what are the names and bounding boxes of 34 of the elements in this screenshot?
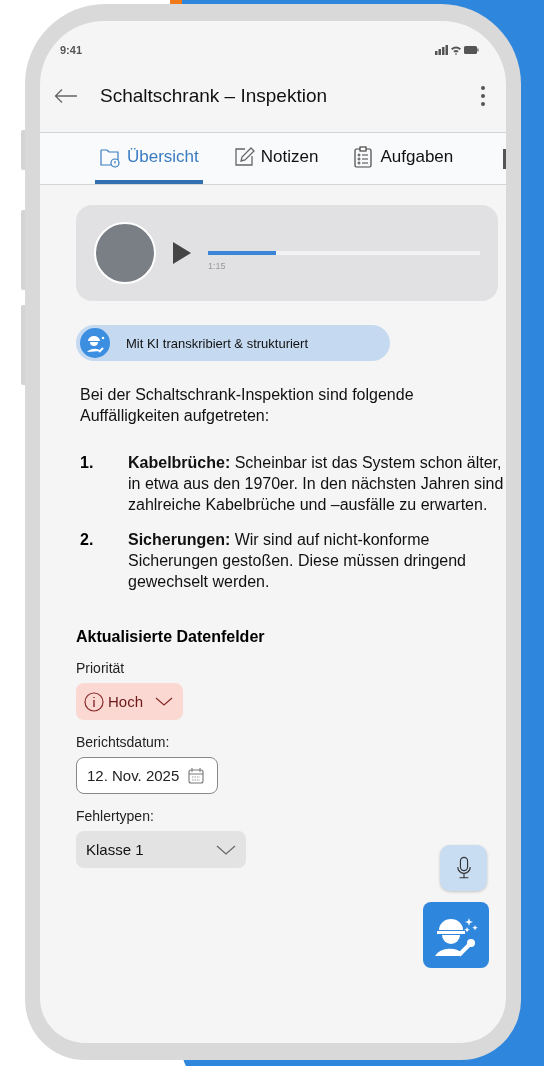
- more-options-icon[interactable]: [480, 85, 486, 107]
- section-heading: Aktualisierte Datenfelder: [76, 628, 265, 646]
- info-icon: [84, 691, 104, 712]
- date-field[interactable]: 12. Nov. 2025: [76, 757, 219, 794]
- field-label: Fehlertypen:: [76, 808, 154, 824]
- clipboard-list-icon: [352, 145, 375, 168]
- ai-badge-label: Mit KI transkribiert & strukturiert: [126, 335, 309, 351]
- chevron-down-icon: [155, 696, 174, 707]
- tab[interactable]: Notizen: [228, 133, 323, 184]
- chevron-down-icon: [216, 844, 236, 855]
- audio-time: 1:15: [208, 261, 227, 271]
- status-icons: [435, 44, 479, 56]
- tab[interactable]: Übersicht: [95, 133, 203, 184]
- tab-edge: [503, 148, 506, 169]
- priority-dropdown[interactable]: Hoch: [76, 683, 184, 720]
- list-item-text: Sicherungen: Wir sind auf nicht-konforme Sicherungen gestoßen. Diese müssen dringend gewechselt werden.: [128, 530, 467, 592]
- microphone-icon: [455, 856, 472, 880]
- calendar-icon: [187, 766, 206, 785]
- list-number: 1.: [80, 453, 95, 473]
- summary-intro: Bei der Schaltschrank-Inspektion sind folgende Auffälligkeiten aufgetreten:: [80, 385, 415, 426]
- tab[interactable]: Aufgaben: [348, 133, 458, 184]
- back-arrow-icon[interactable]: [54, 88, 78, 104]
- edit-icon: [232, 145, 255, 168]
- worker-wrench-icon: [80, 328, 110, 358]
- field-label: Berichtsdatum:: [76, 734, 170, 750]
- status-time: 9:41: [60, 44, 83, 56]
- microphone-button[interactable]: [440, 845, 487, 891]
- field-label: Priorität: [76, 660, 125, 676]
- ai-assistant-button[interactable]: [423, 902, 489, 968]
- screen-title: Schaltschrank – Inspektion: [100, 85, 329, 107]
- list-number: 2.: [80, 530, 95, 550]
- list-item-text: Kabelbrüche: Scheinbar ist das System schon älter, in etwa aus den 1970er. In den nächsten Jahren sind zahlreiche Kabelbrüche und –ausfälle zu erwarten.: [128, 453, 505, 515]
- play-icon[interactable]: [172, 241, 192, 265]
- dropdown-field[interactable]: Klasse 1: [76, 831, 246, 868]
